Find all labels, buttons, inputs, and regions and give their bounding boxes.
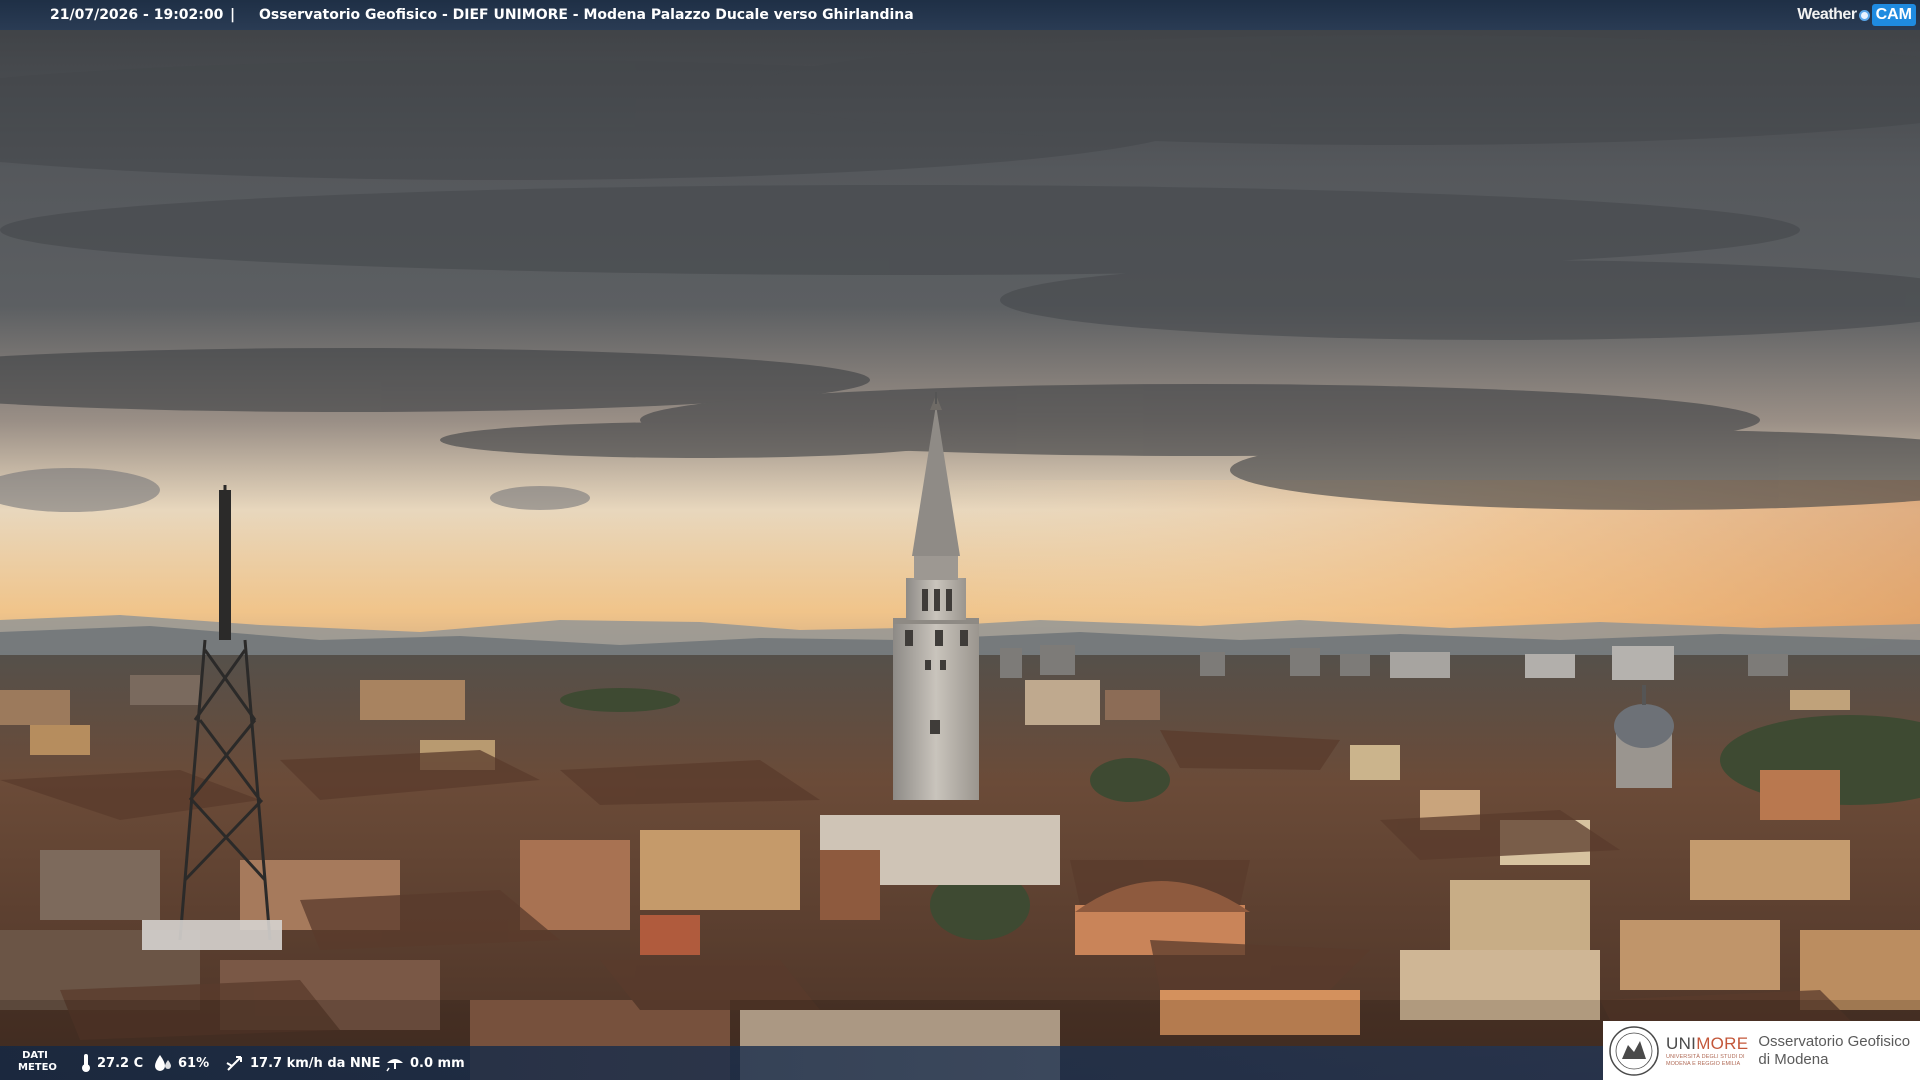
unimore-logo: UNIMORE UNIVERSITÀ DEGLI STUDI DI MODENA…: [1603, 1021, 1920, 1080]
unimore-brand-more: MORE: [1696, 1033, 1749, 1053]
rain-reading: 0.0 mm: [385, 1046, 465, 1080]
unimore-subtitle-line1: UNIVERSITÀ DEGLI STUDI DI: [1666, 1053, 1745, 1060]
wind-value: 17.7 km/h da NNE: [250, 1055, 381, 1071]
meteo-label: DATI METEO: [18, 1050, 57, 1074]
observatory-name-line2: di Modena: [1758, 1050, 1829, 1068]
wind-reading: 17.7 km/h da NNE: [225, 1046, 381, 1080]
webcam-image: [0, 0, 1920, 1080]
weathercam-logo-cam: CAM: [1871, 4, 1916, 26]
unimore-brand: UNIMORE: [1666, 1034, 1748, 1054]
temperature-reading: 27.2 C: [80, 1046, 143, 1080]
wind-icon: [226, 1056, 242, 1071]
header-bar: 21/07/2026 - 19:02:00 | Osservatorio Geo…: [0, 0, 1920, 30]
humidity-value: 61%: [178, 1055, 210, 1071]
meteo-label-line2: METEO: [18, 1062, 57, 1073]
thermometer-icon: [82, 1054, 90, 1072]
rain-icon: [386, 1059, 403, 1072]
university-seal-icon: [1609, 1025, 1659, 1076]
temperature-value: 27.2 C: [97, 1055, 144, 1071]
unimore-brand-block: UNIMORE UNIVERSITÀ DEGLI STUDI DI MODENA…: [1666, 1034, 1748, 1068]
weathercam-logo-dot-icon: [1858, 9, 1870, 21]
humidity-drop-icon: [155, 1055, 171, 1071]
meteo-data-bar: DATI METEO 27.2 C 61% 17.7 km/h da NNE 0…: [0, 1046, 1605, 1080]
meteo-label-line1: DATI: [22, 1050, 48, 1061]
rain-value: 0.0 mm: [410, 1055, 465, 1071]
header-separator: |: [230, 7, 236, 23]
camera-title: Osservatorio Geofisico - DIEF UNIMORE - …: [259, 7, 914, 23]
weathercam-logo-weather: Weather: [1797, 6, 1857, 23]
weathercam-logo: Weather CAM: [1797, 3, 1916, 27]
humidity-reading: 61%: [153, 1046, 209, 1080]
observatory-name: Osservatorio Geofisico di Modena: [1758, 1033, 1910, 1069]
unimore-subtitle-line2: MODENA E REGGIO EMILIA: [1666, 1060, 1741, 1067]
unimore-brand-uni: UNI: [1666, 1033, 1697, 1053]
observatory-name-line1: Osservatorio Geofisico: [1758, 1032, 1911, 1050]
timestamp: 21/07/2026 - 19:02:00: [50, 7, 224, 23]
